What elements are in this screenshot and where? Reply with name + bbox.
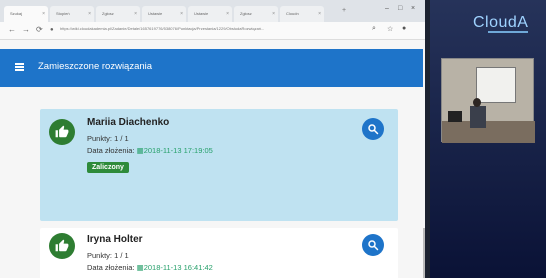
browser-tab[interactable]: Zgłosz × <box>96 6 140 22</box>
calendar-icon: ▦ <box>136 263 144 272</box>
tab-bar: Szukaj × Stopień × Zgłosz × Ustawie × Ustawi… <box>0 0 425 22</box>
submission-date: Data złożenia: ▦2018-11-13 17:19:05 <box>87 146 213 155</box>
maximize-icon[interactable]: □ <box>398 5 402 12</box>
search-button[interactable] <box>362 118 384 140</box>
url-input[interactable]: https://wiki.cloudakademia.pl/Zadanie/De… <box>60 26 264 31</box>
lock-icon: ● <box>50 27 54 33</box>
whiteboard <box>476 67 516 103</box>
close-tab-icon[interactable]: × <box>134 6 137 22</box>
status-badge: Zaliczony <box>87 162 129 173</box>
close-tab-icon[interactable]: × <box>180 6 183 22</box>
calendar-icon: ▦ <box>136 146 144 155</box>
logo-underline <box>488 31 528 33</box>
browser-tab[interactable]: Stopień × <box>50 6 94 22</box>
search-icon[interactable]: ⌕ <box>372 25 376 33</box>
search-icon <box>368 124 379 135</box>
submission-date: Data złożenia: ▦2018-11-13 16:41:42 <box>87 263 213 272</box>
points: Punkty: 1 / 1 <box>87 134 129 143</box>
search-button[interactable] <box>362 234 384 256</box>
points: Punkty: 1 / 1 <box>87 251 129 260</box>
close-window-icon[interactable]: × <box>411 5 415 12</box>
section-header: Zamieszczone rozwiązania <box>0 49 423 87</box>
scrollbar[interactable] <box>423 228 425 278</box>
student-name: Mariia Diachenko <box>87 117 170 128</box>
logo: CloudA <box>473 14 529 31</box>
monitor <box>448 111 462 122</box>
browser-tab[interactable]: Ustawie × <box>142 6 186 22</box>
back-icon[interactable]: ← <box>8 25 16 34</box>
presenter <box>470 106 486 128</box>
student-name: Iryna Holter <box>87 234 143 245</box>
submission-card: Mariia Diachenko Punkty: 1 / 1 Data złoż… <box>40 109 398 221</box>
browser-tab[interactable]: Cloudn × <box>280 6 324 22</box>
reload-icon[interactable]: ⟳ <box>36 25 43 34</box>
hamburger-icon[interactable] <box>15 63 24 71</box>
star-icon[interactable]: ☆ <box>387 25 393 33</box>
presenter-head <box>473 98 481 107</box>
browser-tab[interactable]: Szukaj × <box>4 6 48 22</box>
minimize-icon[interactable]: – <box>385 5 389 12</box>
page-title: Zamieszczone rozwiązania <box>38 61 153 72</box>
forward-icon[interactable]: → <box>22 25 30 34</box>
browser-tab[interactable]: Zgłosz × <box>234 6 278 22</box>
thumbs-up-icon <box>49 233 75 259</box>
submission-card: Iryna Holter Punkty: 1 / 1 Data złożenia… <box>40 228 398 278</box>
webcam-feed <box>441 58 535 143</box>
new-tab-icon[interactable]: + <box>342 7 346 14</box>
address-bar: ← → ⟳ ● https://wiki.cloudakademia.pl/Za… <box>0 22 425 40</box>
close-tab-icon[interactable]: × <box>42 6 45 22</box>
desk <box>442 121 535 143</box>
browser-window: Szukaj × Stopień × Zgłosz × Ustawie × Ustawi… <box>0 0 425 278</box>
search-icon <box>368 240 379 251</box>
close-tab-icon[interactable]: × <box>272 6 275 22</box>
close-tab-icon[interactable]: × <box>318 6 321 22</box>
close-tab-icon[interactable]: × <box>226 6 229 22</box>
browser-tab[interactable]: Ustawie × <box>188 6 232 22</box>
close-tab-icon[interactable]: × <box>88 6 91 22</box>
thumbs-up-icon <box>49 119 75 145</box>
profile-icon[interactable]: ● <box>402 25 406 32</box>
